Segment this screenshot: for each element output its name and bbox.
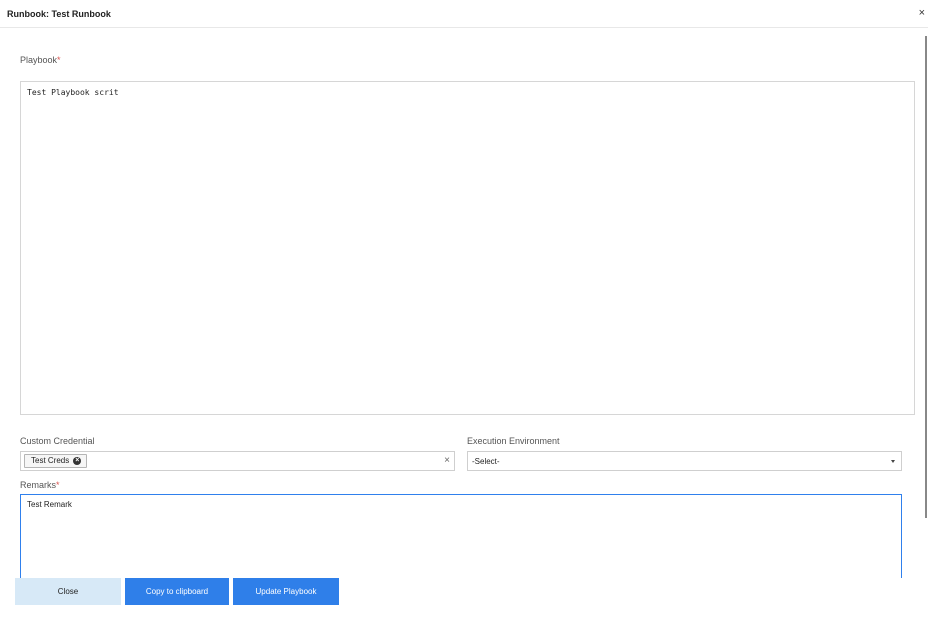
scrollbar[interactable]: [925, 36, 927, 518]
circle-x-icon[interactable]: ×: [73, 457, 82, 465]
credential-chip-label: Test Creds: [31, 456, 70, 465]
required-mark: *: [57, 55, 61, 65]
close-button[interactable]: Close: [15, 578, 121, 605]
modal-footer: Close Copy to clipboard Update Playbook: [0, 578, 928, 628]
execution-environment-value: -Select-: [472, 457, 500, 466]
playbook-label: Playbook*: [20, 55, 61, 65]
remarks-field[interactable]: Test Remark: [20, 494, 902, 584]
copy-to-clipboard-button[interactable]: Copy to clipboard: [125, 578, 229, 605]
runbook-modal: Runbook: Test Runbook × Playbook* Test P…: [0, 0, 928, 628]
custom-credential-input[interactable]: Test Creds × ×: [20, 451, 455, 471]
custom-credential-label: Custom Credential: [20, 436, 95, 446]
close-icon[interactable]: ×: [919, 8, 925, 19]
credential-chip[interactable]: Test Creds ×: [24, 454, 88, 468]
execution-environment-label: Execution Environment: [467, 436, 560, 446]
chevron-down-icon: [891, 460, 895, 463]
remarks-label: Remarks*: [20, 480, 60, 490]
modal-title: Runbook: Test Runbook: [7, 9, 111, 19]
clear-icon[interactable]: ×: [444, 455, 450, 466]
playbook-editor[interactable]: Test Playbook scrit: [20, 81, 915, 415]
required-mark: *: [56, 480, 60, 490]
update-playbook-button[interactable]: Update Playbook: [233, 578, 339, 605]
playbook-label-text: Playbook: [20, 55, 58, 65]
modal-header: Runbook: Test Runbook ×: [0, 0, 928, 28]
execution-environment-select[interactable]: -Select-: [467, 451, 902, 471]
remarks-label-text: Remarks: [20, 480, 57, 490]
